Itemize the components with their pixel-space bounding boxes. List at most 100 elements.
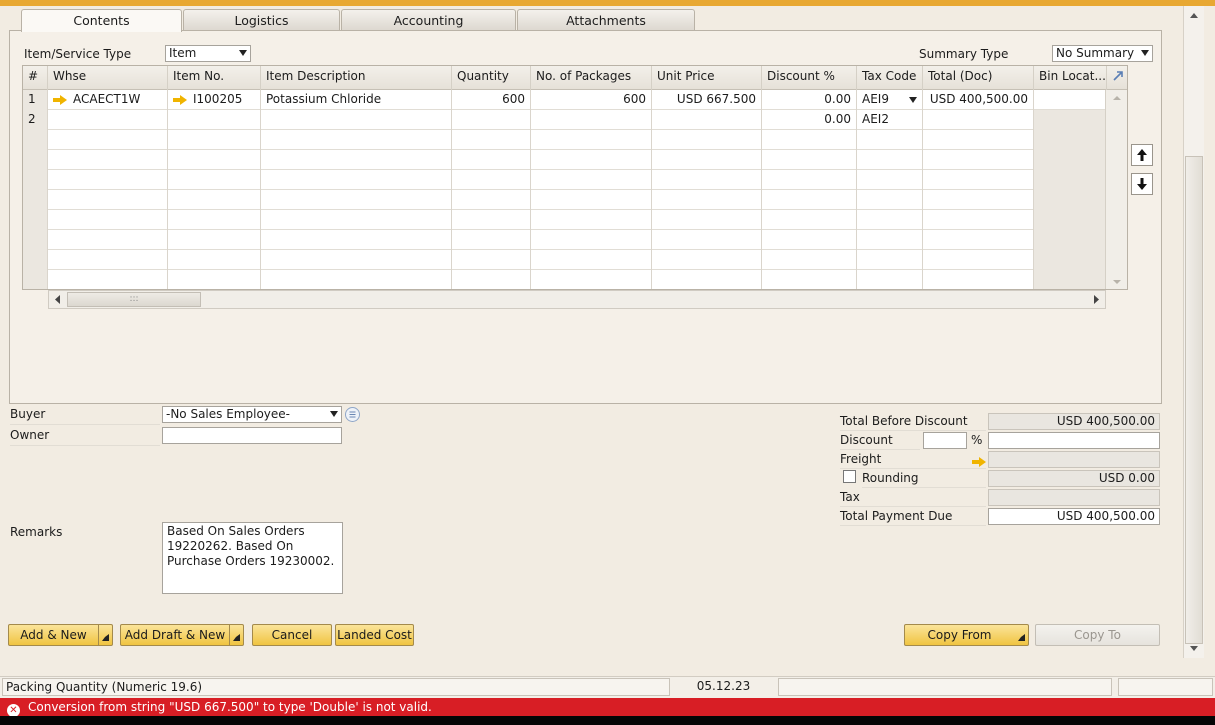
col-header-item-description[interactable]: Item Description [261, 66, 452, 90]
total-before-discount-label: Total Before Discount [840, 412, 986, 431]
tab-accounting[interactable]: Accounting [341, 9, 516, 31]
link-arrow-icon[interactable] [972, 456, 986, 467]
status-field [1118, 678, 1213, 696]
item-no-cell[interactable]: I100205 [168, 90, 261, 110]
summary-type-select[interactable]: No Summary [1052, 45, 1153, 62]
discount-cell[interactable]: 0.00 [762, 90, 857, 110]
copy-from-button[interactable]: Copy From [904, 624, 1029, 646]
empty-row[interactable] [23, 270, 1107, 289]
empty-row[interactable] [23, 130, 1107, 150]
arrow-down-icon [1137, 178, 1147, 190]
remarks-textarea[interactable]: Based On Sales Orders 19220262. Based On… [162, 522, 343, 594]
owner-field[interactable] [162, 427, 342, 444]
item-service-type-value: Item [169, 46, 197, 60]
whse-cell[interactable]: ACAECT1W [48, 90, 168, 110]
landed-cost-button[interactable]: Landed Cost [335, 624, 414, 646]
item-description-cell[interactable] [261, 110, 452, 130]
copy-from-dropdown-icon[interactable] [1014, 625, 1028, 645]
error-message: Conversion from string "USD 667.500" to … [28, 700, 432, 714]
discount-percent-field[interactable] [923, 432, 967, 449]
item-description-cell[interactable]: Potassium Chloride [261, 90, 452, 110]
whse-cell[interactable] [48, 110, 168, 130]
list-icon[interactable] [345, 407, 360, 422]
add-draft-new-button[interactable]: Add Draft & New [120, 624, 244, 646]
bin-location-cell[interactable] [1034, 110, 1107, 130]
empty-row[interactable] [23, 150, 1107, 170]
freight-label: Freight [840, 450, 986, 469]
tab-attachments[interactable]: Attachments [517, 9, 695, 31]
item-no-cell[interactable] [168, 110, 261, 130]
col-header-item-no[interactable]: Item No. [168, 66, 261, 90]
total-doc-cell[interactable]: USD 400,500.00 [923, 90, 1034, 110]
discount-cell[interactable]: 0.00 [762, 110, 857, 130]
total-payment-due-value: USD 400,500.00 [988, 508, 1160, 525]
total-doc-cell[interactable] [923, 110, 1034, 130]
unit-price-cell[interactable] [652, 110, 762, 130]
empty-row[interactable] [23, 190, 1107, 210]
freight-value [988, 451, 1160, 468]
scroll-up-icon [1190, 13, 1198, 18]
bin-location-cell[interactable] [1034, 90, 1107, 110]
buyer-select[interactable]: -No Sales Employee- [162, 406, 342, 423]
col-header-tax-code[interactable]: Tax Code [857, 66, 923, 90]
copy-to-button[interactable]: Copy To [1035, 624, 1160, 646]
bottom-edge [0, 716, 1215, 725]
empty-row[interactable] [23, 230, 1107, 250]
packages-cell[interactable] [531, 110, 652, 130]
grid-vertical-scrollbar[interactable] [1105, 90, 1127, 289]
packages-cell[interactable]: 600 [531, 90, 652, 110]
summary-type-value: No Summary [1056, 46, 1135, 60]
col-header-whse[interactable]: Whse [48, 66, 168, 90]
grid-header: # Whse Item No. Item Description Quantit… [23, 66, 1127, 90]
empty-row[interactable] [23, 250, 1107, 270]
move-row-down-button[interactable] [1131, 173, 1153, 195]
quantity-cell[interactable] [452, 110, 531, 130]
col-header-discount[interactable]: Discount % [762, 66, 857, 90]
grid-horizontal-scrollbar[interactable]: ::: [48, 290, 1106, 309]
empty-row[interactable] [23, 170, 1107, 190]
col-header-packages[interactable]: No. of Packages [531, 66, 652, 90]
buyer-label: Buyer [10, 407, 160, 425]
add-draft-dropdown-icon[interactable] [229, 625, 243, 645]
col-header-unit-price[interactable]: Unit Price [652, 66, 762, 90]
total-before-discount-value: USD 400,500.00 [988, 413, 1160, 430]
table-row[interactable]: 2 0.00 AEI2 [23, 110, 1107, 130]
move-row-up-button[interactable] [1131, 144, 1153, 166]
empty-row[interactable] [23, 210, 1107, 230]
status-field [778, 678, 1112, 696]
contents-grid: # Whse Item No. Item Description Quantit… [22, 65, 1128, 290]
scroll-thumb[interactable]: ::: [67, 292, 201, 307]
scroll-thumb[interactable] [1185, 156, 1203, 644]
tax-code-cell[interactable]: AEI9 [857, 90, 923, 110]
tab-contents[interactable]: Contents [21, 9, 182, 32]
unit-price-cell[interactable]: USD 667.500 [652, 90, 762, 110]
row-number: 1 [23, 90, 48, 110]
col-header-number[interactable]: # [23, 66, 48, 90]
window-vertical-scrollbar[interactable] [1183, 6, 1204, 658]
add-new-dropdown-icon[interactable] [98, 625, 112, 645]
cancel-button[interactable]: Cancel [252, 624, 332, 646]
expand-icon[interactable] [1107, 66, 1127, 90]
discount-label: Discount [840, 431, 920, 450]
tax-code-cell[interactable]: AEI2 [857, 110, 923, 130]
table-row[interactable]: 1 ACAECT1W I100205 Potassium Chloride 60… [23, 90, 1107, 110]
link-arrow-icon[interactable] [173, 94, 187, 105]
tab-logistics[interactable]: Logistics [183, 9, 340, 31]
link-arrow-icon[interactable] [53, 94, 67, 105]
chevron-down-icon[interactable] [909, 97, 917, 103]
status-date: 05.12.23 [696, 679, 751, 693]
status-bar: Packing Quantity (Numeric 19.6) 05.12.23 [0, 676, 1215, 698]
quantity-cell[interactable]: 600 [452, 90, 531, 110]
item-service-type-select[interactable]: Item [165, 45, 251, 62]
add-new-button[interactable]: Add & New [8, 624, 113, 646]
discount-value-field[interactable] [988, 432, 1160, 449]
rounding-checkbox[interactable] [843, 470, 856, 483]
item-service-type-label: Item/Service Type [24, 47, 132, 61]
rounding-value: USD 0.00 [988, 470, 1160, 487]
col-header-bin-location[interactable]: Bin Locat... [1034, 66, 1107, 90]
arrow-up-icon [1137, 149, 1147, 161]
col-header-quantity[interactable]: Quantity [452, 66, 531, 90]
add-new-label: Add & New [20, 628, 87, 642]
col-header-total-doc[interactable]: Total (Doc) [923, 66, 1034, 90]
chevron-down-icon [1141, 50, 1149, 56]
